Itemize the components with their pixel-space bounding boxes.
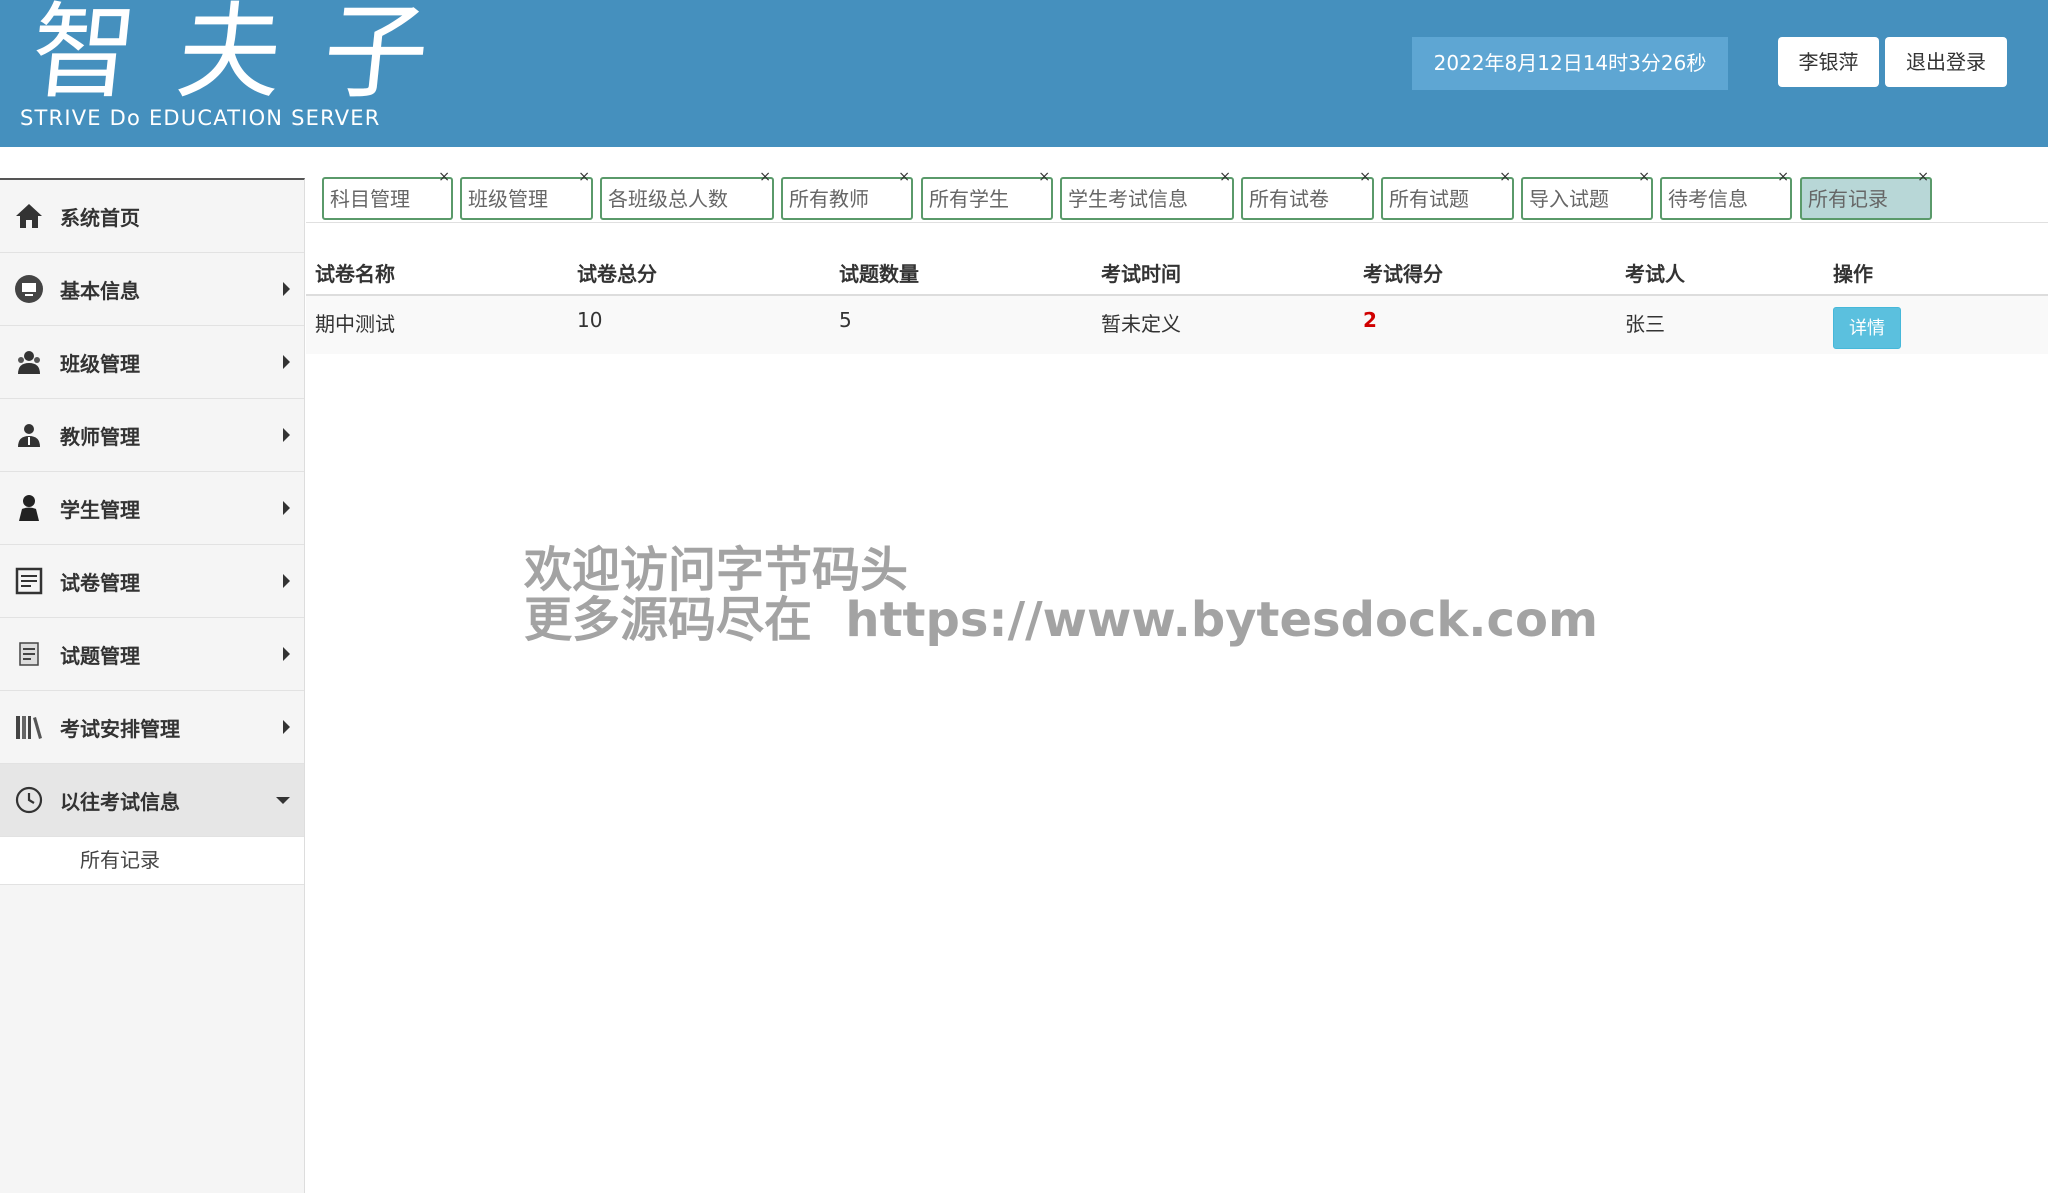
close-icon[interactable]: × bbox=[759, 167, 771, 187]
sidebar-item-label: 基本信息 bbox=[60, 278, 140, 303]
sidebar-item-label: 教师管理 bbox=[60, 424, 140, 449]
tab-class-management[interactable]: 班级管理 × bbox=[460, 169, 593, 220]
sidebar-item-basic-info[interactable]: 基本信息 bbox=[0, 253, 304, 326]
monitor-icon bbox=[14, 274, 44, 304]
chevron-right-icon bbox=[283, 428, 290, 442]
clock-icon bbox=[14, 785, 44, 815]
tab-label: 所有学生 bbox=[929, 187, 1009, 211]
cell-exam-time: 暂未定义 bbox=[1101, 312, 1181, 336]
sidebar-item-class-management[interactable]: 班级管理 bbox=[0, 326, 304, 399]
chevron-right-icon bbox=[283, 647, 290, 661]
sidebar-item-paper-management[interactable]: 试卷管理 bbox=[0, 545, 304, 618]
top-header: 智夫子 STRIVE Do EDUCATION SERVER 2022年8月12… bbox=[0, 0, 2048, 147]
chevron-right-icon bbox=[283, 720, 290, 734]
column-header: 试卷总分 bbox=[577, 262, 657, 286]
sidebar-item-past-exams[interactable]: 以往考试信息 bbox=[0, 764, 304, 837]
tab-all-questions[interactable]: 所有试题 × bbox=[1381, 169, 1514, 220]
column-header: 考试时间 bbox=[1101, 262, 1181, 286]
logout-button[interactable]: 退出登录 bbox=[1885, 37, 2007, 87]
tab-label: 班级管理 bbox=[468, 187, 548, 211]
sidebar-item-exam-schedule[interactable]: 考试安排管理 bbox=[0, 691, 304, 764]
close-icon[interactable]: × bbox=[1777, 167, 1789, 187]
logo-chinese-text: 智夫子 bbox=[25, 0, 477, 113]
chevron-right-icon bbox=[283, 355, 290, 369]
close-icon[interactable]: × bbox=[1219, 167, 1231, 187]
tab-label: 各班级总人数 bbox=[608, 187, 728, 211]
column-header: 操作 bbox=[1833, 262, 1873, 286]
tab-label: 所有试题 bbox=[1389, 187, 1469, 211]
cell-total-score: 10 bbox=[577, 308, 603, 332]
chevron-right-icon bbox=[283, 501, 290, 515]
watermark-line-1: 欢迎访问字节码头 bbox=[524, 542, 909, 598]
tab-label: 导入试题 bbox=[1529, 187, 1609, 211]
table-row: 期中测试 10 5 暂未定义 2 张三 详情 bbox=[306, 296, 2048, 354]
close-icon[interactable]: × bbox=[1359, 167, 1371, 187]
records-table: 试卷名称 试卷总分 试题数量 考试时间 考试得分 考试人 操作 期中测试 10 … bbox=[306, 246, 2048, 354]
tab-import-questions[interactable]: 导入试题 × bbox=[1521, 169, 1653, 220]
chevron-right-icon bbox=[283, 282, 290, 296]
details-button[interactable]: 详情 bbox=[1833, 307, 1901, 349]
document-icon bbox=[14, 566, 44, 596]
tab-all-students[interactable]: 所有学生 × bbox=[921, 169, 1053, 220]
sidebar-item-label: 以往考试信息 bbox=[60, 789, 180, 814]
sidebar: 系统首页 基本信息 班级管理 教师管理 学生管理 试卷管理 试题管理 考试安排管… bbox=[0, 178, 305, 1193]
scroll-icon bbox=[14, 639, 44, 669]
teacher-icon bbox=[14, 420, 44, 450]
table-header: 试卷名称 试卷总分 试题数量 考试时间 考试得分 考试人 操作 bbox=[306, 246, 2048, 296]
close-icon[interactable]: × bbox=[898, 167, 910, 187]
sidebar-item-home[interactable]: 系统首页 bbox=[0, 180, 304, 253]
users-icon bbox=[14, 347, 44, 377]
tab-student-exam-info[interactable]: 学生考试信息 × bbox=[1060, 169, 1234, 220]
tab-label: 待考信息 bbox=[1668, 187, 1748, 211]
sidebar-item-question-management[interactable]: 试题管理 bbox=[0, 618, 304, 691]
tab-label: 所有教师 bbox=[789, 187, 869, 211]
close-icon[interactable]: × bbox=[438, 167, 450, 187]
close-icon[interactable]: × bbox=[1499, 167, 1511, 187]
close-icon[interactable]: × bbox=[1917, 167, 1929, 187]
home-icon bbox=[14, 201, 44, 231]
column-header: 考试人 bbox=[1625, 262, 1685, 286]
tab-subject-management[interactable]: 科目管理 × bbox=[322, 169, 453, 220]
sidebar-item-label: 学生管理 bbox=[60, 497, 140, 522]
close-icon[interactable]: × bbox=[578, 167, 590, 187]
close-icon[interactable]: × bbox=[1038, 167, 1050, 187]
tab-label: 所有试卷 bbox=[1249, 187, 1329, 211]
sidebar-item-teacher-management[interactable]: 教师管理 bbox=[0, 399, 304, 472]
sidebar-subitem-all-records[interactable]: 所有记录 bbox=[0, 837, 304, 885]
tab-all-papers[interactable]: 所有试卷 × bbox=[1241, 169, 1374, 220]
tab-all-teachers[interactable]: 所有教师 × bbox=[781, 169, 913, 220]
user-icon bbox=[14, 493, 44, 523]
logo: 智夫子 STRIVE Do EDUCATION SERVER bbox=[18, 0, 488, 142]
datetime-display: 2022年8月12日14时3分26秒 bbox=[1412, 37, 1728, 90]
tab-all-records[interactable]: 所有记录 × bbox=[1800, 169, 1932, 220]
watermark-line-2: 更多源码尽在 https://www.bytesdock.com bbox=[524, 592, 1598, 648]
column-header: 试卷名称 bbox=[315, 262, 395, 286]
chevron-down-icon bbox=[276, 796, 290, 804]
cell-paper-name: 期中测试 bbox=[315, 312, 395, 336]
tab-label: 科目管理 bbox=[330, 187, 410, 211]
sidebar-item-label: 考试安排管理 bbox=[60, 716, 180, 741]
sidebar-item-label: 试题管理 bbox=[60, 643, 140, 668]
chevron-right-icon bbox=[283, 574, 290, 588]
user-name-button[interactable]: 李银萍 bbox=[1778, 37, 1879, 87]
tab-label: 学生考试信息 bbox=[1068, 187, 1188, 211]
sidebar-item-student-management[interactable]: 学生管理 bbox=[0, 472, 304, 545]
cell-exam-score: 2 bbox=[1363, 308, 1377, 332]
sidebar-item-label: 班级管理 bbox=[60, 351, 140, 376]
watermark-text: 欢迎访问字节码头 更多源码尽在 https://www.bytesdock.co… bbox=[524, 545, 1598, 645]
sidebar-item-label: 系统首页 bbox=[60, 205, 140, 230]
tab-label: 所有记录 bbox=[1808, 187, 1888, 211]
tab-pending-exams[interactable]: 待考信息 × bbox=[1660, 169, 1792, 220]
logo-english-text: STRIVE Do EDUCATION SERVER bbox=[20, 106, 381, 130]
sidebar-item-label: 试卷管理 bbox=[60, 570, 140, 595]
cell-examinee: 张三 bbox=[1625, 312, 1665, 336]
cell-question-count: 5 bbox=[839, 308, 852, 332]
close-icon[interactable]: × bbox=[1638, 167, 1650, 187]
column-header: 考试得分 bbox=[1363, 262, 1443, 286]
column-header: 试题数量 bbox=[839, 262, 919, 286]
tab-class-totals[interactable]: 各班级总人数 × bbox=[600, 169, 774, 220]
books-icon bbox=[14, 712, 44, 742]
tab-bar: 科目管理 × 班级管理 × 各班级总人数 × 所有教师 × 所有学生 × 学生考试信息 × … bbox=[306, 169, 2048, 223]
